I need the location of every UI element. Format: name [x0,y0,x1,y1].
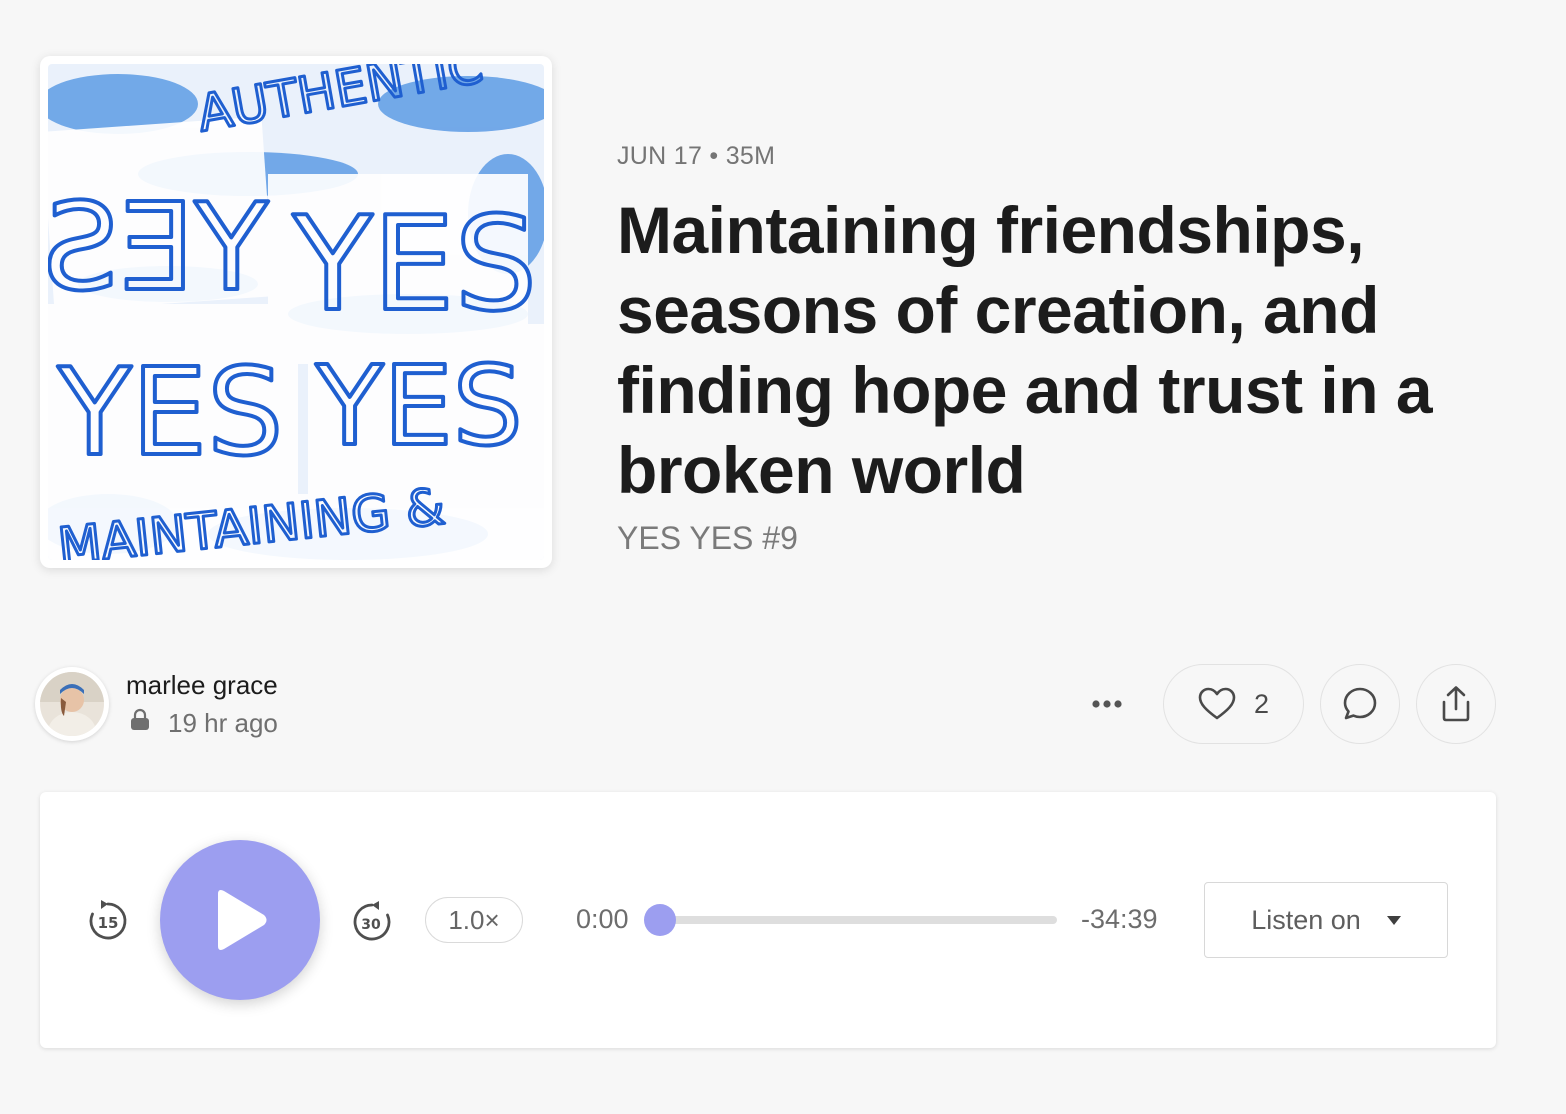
like-count: 2 [1253,688,1270,719]
skip-forward-30-icon: 30 [353,901,391,941]
svg-text:YES: YES [57,344,283,483]
skip-forward-label: 30 [361,917,381,933]
more-dots-icon [1092,700,1122,708]
heart-icon [1198,687,1236,720]
caret-down-icon [1386,915,1401,925]
post-time: 19 hr ago [128,708,278,739]
svg-text:YES: YES [315,342,523,470]
episode-cover: YES YES YES YES MAINTAINING & AUTHENTIC [40,56,552,568]
share-button[interactable] [1416,664,1496,744]
author-avatar[interactable] [35,667,109,741]
progress-bar[interactable] [644,904,1057,936]
episode-page: YES YES YES YES MAINTAINING & AUTHENTIC … [0,0,1566,1114]
progress-thumb[interactable] [644,904,676,936]
share-icon [1442,686,1470,722]
play-icon [218,890,267,950]
listen-on-button[interactable]: Listen on [1204,882,1448,958]
author-name[interactable]: marlee grace [126,670,278,701]
skip-back-button[interactable]: 15 [86,898,130,942]
comment-button[interactable] [1320,664,1400,744]
avatar-image [40,672,104,736]
svg-text:YES: YES [48,179,269,318]
skip-back-15-icon: 15 [89,900,127,940]
play-button[interactable] [160,840,320,1000]
episode-subtitle: YES YES #9 [617,520,798,556]
like-button[interactable]: 2 [1163,664,1304,744]
playback-speed-button[interactable]: 1.0× [425,897,523,943]
comment-bubble-icon [1343,687,1377,720]
podcast-cover-art: YES YES YES YES MAINTAINING & AUTHENTIC [48,64,544,560]
skip-back-label: 15 [98,914,119,932]
episode-meta: JUN 17 • 35M [617,142,776,170]
listen-on-label: Listen on [1251,904,1361,935]
svg-text:YES: YES [292,188,537,340]
time-remaining: -34:39 [1081,904,1158,934]
audio-player: 15 30 1.0× 0:00 -34:39 Listen on [40,792,1496,1048]
episode-title[interactable]: Maintaining friendships, seasons of crea… [617,190,1517,510]
post-time-text: 19 hr ago [168,708,278,738]
more-options-button[interactable] [1078,685,1136,723]
lock-icon [128,708,152,739]
time-elapsed: 0:00 [576,904,629,934]
skip-forward-button[interactable]: 30 [348,898,394,944]
